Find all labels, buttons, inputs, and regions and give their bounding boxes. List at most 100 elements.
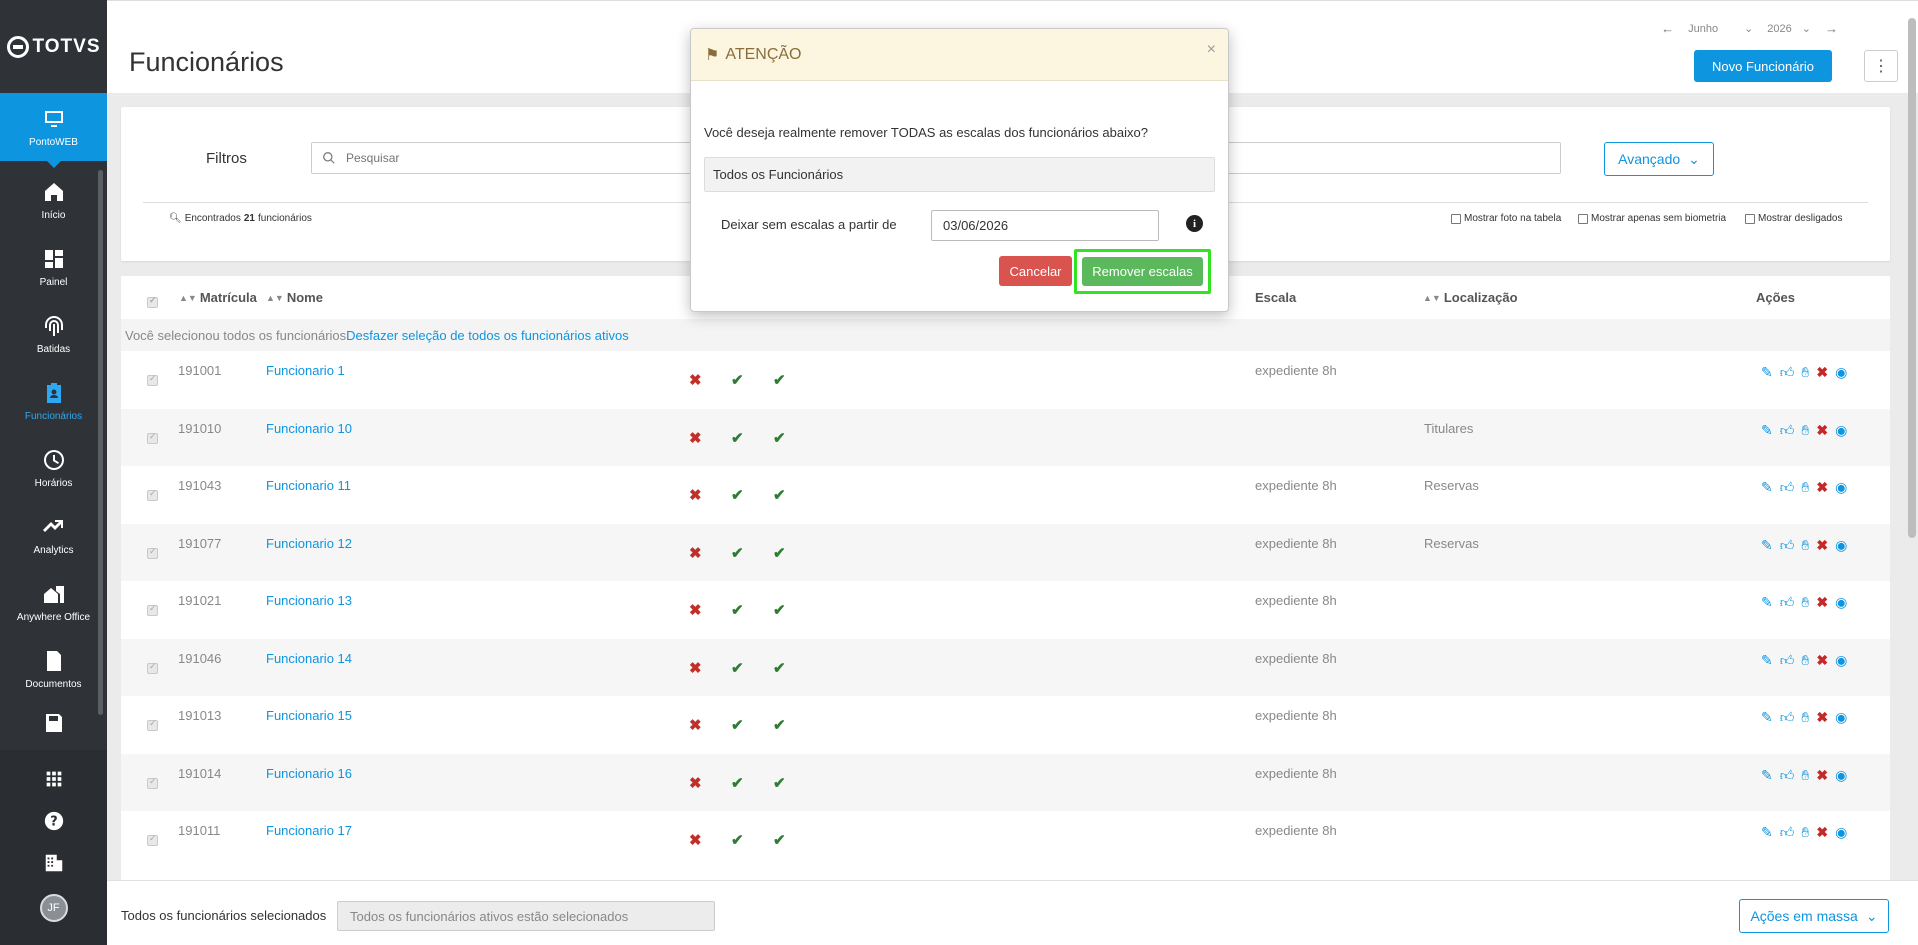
edit-pencil-icon[interactable]: ✎ xyxy=(1761,710,1773,724)
delete-x-icon[interactable]: ✖ xyxy=(1816,768,1828,782)
employee-name-link[interactable]: Funcionario 11 xyxy=(266,478,351,493)
edit-pencil-icon[interactable]: ✎ xyxy=(1761,480,1773,494)
sidebar-item-more[interactable] xyxy=(0,703,107,743)
column-matricula[interactable]: ▲▼ Matrícula xyxy=(179,290,257,305)
delete-x-icon[interactable]: ✖ xyxy=(1816,825,1828,839)
edit-pencil-icon[interactable]: ✎ xyxy=(1761,595,1773,609)
hand-pointer-icon[interactable]: ✋︎ xyxy=(1801,710,1809,724)
delete-x-icon[interactable]: ✖ xyxy=(1816,423,1828,437)
edit-pencil-icon[interactable]: ✎ xyxy=(1761,365,1773,379)
previous-month-arrow-icon[interactable]: ← xyxy=(1661,21,1674,36)
show-photo-checkbox[interactable]: Mostrar foto na tabela xyxy=(1451,213,1561,224)
checkbox[interactable] xyxy=(1451,213,1461,224)
hand-pointer-icon[interactable]: ✋︎ xyxy=(1801,825,1809,839)
view-eye-icon[interactable]: ◉ xyxy=(1835,768,1847,782)
year-select[interactable]: 2026 ⌄ xyxy=(1767,22,1811,36)
row-checkbox[interactable] xyxy=(147,373,158,386)
row-checkbox[interactable] xyxy=(147,431,158,444)
row-checkbox[interactable] xyxy=(147,603,158,616)
sidebar-item-horarios[interactable]: Horários xyxy=(0,435,107,502)
row-checkbox[interactable] xyxy=(147,546,158,559)
info-icon[interactable]: i xyxy=(1186,215,1203,232)
more-options-button[interactable]: ⋮ xyxy=(1864,50,1898,82)
view-eye-icon[interactable]: ◉ xyxy=(1835,423,1847,437)
sidebar-item-inicio[interactable]: Início xyxy=(0,167,107,234)
view-eye-icon[interactable]: ◉ xyxy=(1835,710,1847,724)
employee-name-link[interactable]: Funcionario 13 xyxy=(266,593,352,608)
hand-pointer-icon[interactable]: ✋︎ xyxy=(1801,595,1809,609)
sidebar-scrollbar[interactable] xyxy=(98,170,103,715)
close-icon[interactable]: × xyxy=(1207,41,1216,59)
sidebar-item-anywhere-office[interactable]: Anywhere Office xyxy=(0,569,107,636)
checkbox[interactable] xyxy=(1745,213,1755,224)
view-eye-icon[interactable]: ◉ xyxy=(1835,653,1847,667)
advanced-filter-button[interactable]: Avançado ⌄ xyxy=(1604,142,1714,176)
view-eye-icon[interactable]: ◉ xyxy=(1835,538,1847,552)
edit-pencil-icon[interactable]: ✎ xyxy=(1761,768,1773,782)
employee-name-link[interactable]: Funcionario 15 xyxy=(266,708,352,723)
delete-x-icon[interactable]: ✖ xyxy=(1816,365,1828,379)
hand-pointer-icon[interactable]: ✋︎ xyxy=(1801,653,1809,667)
sidebar-item-pontoweb[interactable]: PontoWEB xyxy=(0,93,107,168)
show-dismissed-checkbox[interactable]: Mostrar desligados xyxy=(1745,213,1842,224)
sidebar-item-funcionarios[interactable]: Funcionários xyxy=(0,368,107,435)
thumbs-up-icon[interactable]: 👍︎ xyxy=(1780,595,1795,609)
view-eye-icon[interactable]: ◉ xyxy=(1835,480,1847,494)
row-checkbox[interactable] xyxy=(147,661,158,674)
mass-actions-button[interactable]: Ações em massa ⌄ xyxy=(1739,899,1889,933)
help-icon[interactable]: ? xyxy=(43,810,65,832)
thumbs-up-icon[interactable]: 👍︎ xyxy=(1780,653,1795,667)
show-no-biometry-checkbox[interactable]: Mostrar apenas sem biometria xyxy=(1578,213,1726,224)
thumbs-up-icon[interactable]: 👍︎ xyxy=(1780,423,1795,437)
employee-name-link[interactable]: Funcionario 14 xyxy=(266,651,352,666)
remove-scales-button[interactable]: Remover escalas xyxy=(1082,257,1203,286)
employee-name-link[interactable]: Funcionario 1 xyxy=(266,363,345,378)
checkbox[interactable] xyxy=(1578,213,1588,224)
delete-x-icon[interactable]: ✖ xyxy=(1816,710,1828,724)
thumbs-up-icon[interactable]: 👍︎ xyxy=(1780,768,1795,782)
avatar[interactable]: JF xyxy=(39,894,68,922)
thumbs-up-icon[interactable]: 👍︎ xyxy=(1780,538,1795,552)
edit-pencil-icon[interactable]: ✎ xyxy=(1761,538,1773,552)
date-input[interactable]: 03/06/2026 xyxy=(931,210,1159,241)
undo-selection-link[interactable]: Desfazer seleção de todos os funcionário… xyxy=(346,328,629,343)
sidebar-item-analytics[interactable]: Analytics xyxy=(0,502,107,569)
next-month-arrow-icon[interactable]: → xyxy=(1825,21,1838,36)
cancel-button[interactable]: Cancelar xyxy=(999,256,1072,286)
view-eye-icon[interactable]: ◉ xyxy=(1835,595,1847,609)
sidebar-item-batidas[interactable]: Batidas xyxy=(0,301,107,368)
edit-pencil-icon[interactable]: ✎ xyxy=(1761,825,1773,839)
apps-grid-icon[interactable] xyxy=(43,768,65,790)
employee-name-link[interactable]: Funcionario 12 xyxy=(266,536,352,551)
employee-name-link[interactable]: Funcionario 16 xyxy=(266,766,352,781)
select-all-checkbox[interactable] xyxy=(147,295,158,308)
hand-pointer-icon[interactable]: ✋︎ xyxy=(1801,365,1809,379)
new-employee-button[interactable]: Novo Funcionário xyxy=(1694,50,1832,82)
column-escala[interactable]: Escala xyxy=(1255,290,1296,305)
column-nome[interactable]: ▲▼ Nome xyxy=(266,290,323,305)
month-select[interactable]: Junho ⌄ xyxy=(1688,22,1753,36)
row-checkbox[interactable] xyxy=(147,488,158,501)
row-checkbox[interactable] xyxy=(147,833,158,846)
edit-pencil-icon[interactable]: ✎ xyxy=(1761,653,1773,667)
column-localizacao[interactable]: ▲▼ Localização xyxy=(1423,290,1518,305)
thumbs-up-icon[interactable]: 👍︎ xyxy=(1780,710,1795,724)
building-icon[interactable] xyxy=(43,852,65,874)
employee-name-link[interactable]: Funcionario 17 xyxy=(266,823,352,838)
edit-pencil-icon[interactable]: ✎ xyxy=(1761,423,1773,437)
delete-x-icon[interactable]: ✖ xyxy=(1816,595,1828,609)
hand-pointer-icon[interactable]: ✋︎ xyxy=(1801,423,1809,437)
hand-pointer-icon[interactable]: ✋︎ xyxy=(1801,480,1809,494)
view-eye-icon[interactable]: ◉ xyxy=(1835,825,1847,839)
totvs-logo[interactable]: TOTVS xyxy=(0,0,107,93)
sidebar-item-painel[interactable]: Painel xyxy=(0,234,107,301)
row-checkbox[interactable] xyxy=(147,718,158,731)
delete-x-icon[interactable]: ✖ xyxy=(1816,538,1828,552)
thumbs-up-icon[interactable]: 👍︎ xyxy=(1780,365,1795,379)
thumbs-up-icon[interactable]: 👍︎ xyxy=(1780,480,1795,494)
search-input[interactable] xyxy=(346,151,646,165)
employee-name-link[interactable]: Funcionario 10 xyxy=(266,421,352,436)
hand-pointer-icon[interactable]: ✋︎ xyxy=(1801,768,1809,782)
row-checkbox[interactable] xyxy=(147,776,158,789)
thumbs-up-icon[interactable]: 👍︎ xyxy=(1780,825,1795,839)
